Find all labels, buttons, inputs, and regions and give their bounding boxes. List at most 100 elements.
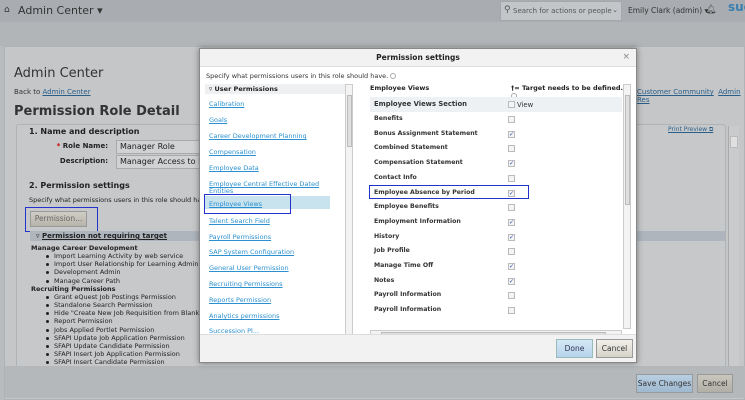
category-link[interactable]: General User Permission <box>209 265 339 272</box>
category-link[interactable]: Payroll Permissions <box>209 234 339 241</box>
brand-logo: suc <box>728 0 745 14</box>
permission-row: Bonus Assignment Statement ✓ <box>370 127 622 142</box>
permission-row-label: Bonus Assignment Statement <box>374 129 478 137</box>
description-field[interactable]: Manager Access to Employee <box>116 155 206 169</box>
bar-label: Permission not requiring target <box>41 232 168 240</box>
permission-row: Contact Info <box>370 171 622 186</box>
role-name-label-text: Role Name: <box>62 142 108 150</box>
section-heading: Permission Role Detail <box>14 104 180 119</box>
view-checkbox[interactable]: ✓ <box>508 277 515 285</box>
permission-row-label: History <box>374 232 400 240</box>
view-all-checkbox[interactable] <box>508 101 515 108</box>
right-scrollbar[interactable] <box>623 84 631 329</box>
highlight-box <box>204 194 291 214</box>
user-menu[interactable]: Emily Clark (admin) ▾ <box>628 6 708 15</box>
left-scrollbar[interactable] <box>345 84 353 356</box>
view-checkbox[interactable] <box>508 307 515 315</box>
permission-row-label: Contact Info <box>374 173 417 181</box>
permission-row-label: Payroll Information <box>374 291 442 299</box>
category-link[interactable]: Recruiting Permissions <box>209 281 339 288</box>
view-label: View <box>517 101 534 109</box>
view-checkbox[interactable] <box>508 174 515 182</box>
print-preview-label: Print Preview <box>668 126 708 133</box>
view-checkbox[interactable] <box>508 292 515 300</box>
category-link[interactable]: SAP System Configuration <box>209 249 339 256</box>
permission-button[interactable]: Permission... <box>30 211 87 227</box>
permission-row: Employee Benefits <box>370 200 622 215</box>
back-prefix: Back to <box>14 88 41 96</box>
permission-row: Benefits <box>370 112 622 127</box>
permission-row: Combined Statement <box>370 141 622 156</box>
chevron-down-icon[interactable]: ⌄ <box>612 6 618 14</box>
section-row: Employee Views Section View <box>370 97 622 112</box>
permission-row-label: Employee Benefits <box>374 203 439 211</box>
cancel-button[interactable]: Cancel <box>697 374 733 393</box>
name-section-title: 1. Name and description <box>29 127 140 136</box>
view-checkbox[interactable] <box>508 248 515 256</box>
view-checkbox[interactable]: ✓ <box>508 160 515 168</box>
permission-row: Job Profile <box>370 244 622 259</box>
permission-row: History ✓ <box>370 230 622 245</box>
search-placeholder: Search for actions or people <box>513 7 612 15</box>
view-checkbox[interactable] <box>508 204 515 212</box>
right-header: Employee Views <box>370 84 430 92</box>
category-link[interactable]: Goals <box>209 117 339 124</box>
breadcrumb: Back to Admin Center <box>14 88 91 96</box>
category-link[interactable]: Reports Permission <box>209 297 339 304</box>
top-links: Customer Community Admin Res <box>637 88 745 104</box>
view-checkbox[interactable] <box>508 145 515 153</box>
home-icon[interactable]: ⌂ <box>4 5 10 15</box>
target-note-text: †= Target needs to be defined. <box>511 84 624 92</box>
employee-views-table: Employee Views †= Target needs to be def… <box>366 84 631 339</box>
role-name-field[interactable]: Manager Role <box>116 140 206 154</box>
page-scrollbar[interactable] <box>728 126 739 370</box>
bell-icon[interactable]: 🔔︎ <box>705 5 716 15</box>
close-icon[interactable]: × <box>622 52 630 62</box>
save-changes-button[interactable]: Save Changes <box>636 374 693 393</box>
category-link[interactable]: Employee Data <box>209 165 339 172</box>
back-link[interactable]: Admin Center <box>42 88 90 96</box>
page-footer <box>5 366 745 398</box>
view-checkbox[interactable]: ✓ <box>508 233 515 241</box>
user-permissions-header[interactable]: ▿ User Permissions <box>205 84 348 94</box>
category-link[interactable]: Analytics permissions <box>209 313 339 320</box>
permission-row-label: Combined Statement <box>374 144 448 152</box>
permission-desc: Specify what permissions users in this r… <box>29 196 212 204</box>
permission-section-title: 2. Permission settings <box>29 181 130 190</box>
view-checkbox[interactable] <box>508 116 515 123</box>
permission-row: Employment Information ✓ <box>370 215 622 230</box>
print-preview-link[interactable]: Print Preview ⧉ <box>668 126 713 134</box>
category-link[interactable]: Employee Central Effective Dated Entitie… <box>209 181 339 195</box>
permission-row: Compensation Statement ✓ <box>370 156 622 171</box>
highlight-box <box>369 185 529 199</box>
category-link[interactable]: Career Development Planning <box>209 133 339 140</box>
category-link[interactable]: Calibration <box>209 101 339 108</box>
permission-row-label: Job Profile <box>374 247 410 255</box>
description-label: Description: <box>59 157 108 165</box>
category-link[interactable]: Talent Search Field <box>209 218 339 225</box>
search-input[interactable]: ⚲ Search for actions or people ⌄ <box>500 1 622 21</box>
popout-icon: ⧉ <box>709 126 714 133</box>
done-button[interactable]: Done <box>556 339 593 358</box>
dialog-cancel-button[interactable]: Cancel <box>596 339 633 358</box>
view-checkbox[interactable]: ✓ <box>508 218 515 226</box>
permission-row: Notes ✓ <box>370 274 622 289</box>
permission-row-label: Employment Information <box>374 217 461 225</box>
user-permissions-label: User Permissions <box>214 85 278 93</box>
permission-row-label: Manage Time Off <box>374 262 434 269</box>
section-row-label: Employee Views Section <box>374 100 467 108</box>
app-menu[interactable]: Admin Center ▾ <box>18 4 103 17</box>
category-link[interactable]: Compensation <box>209 149 339 156</box>
view-checkbox[interactable]: ✓ <box>508 130 515 138</box>
help-icon[interactable] <box>390 73 397 79</box>
view-checkbox[interactable]: ✓ <box>508 263 515 270</box>
permission-row-label: Notes <box>374 276 395 284</box>
customer-community-link[interactable]: Customer Community <box>637 88 714 96</box>
permission-row: Payroll Information <box>370 303 622 318</box>
permission-row-label: Compensation Statement <box>374 159 463 167</box>
dialog-desc: Specify what permissions users in this r… <box>206 72 397 80</box>
role-name-label: * Role Name: <box>56 142 108 150</box>
search-icon: ⚲ <box>504 5 511 15</box>
dialog-desc-text: Specify what permissions users in this r… <box>206 72 389 80</box>
permission-row-label: Benefits <box>374 115 403 122</box>
